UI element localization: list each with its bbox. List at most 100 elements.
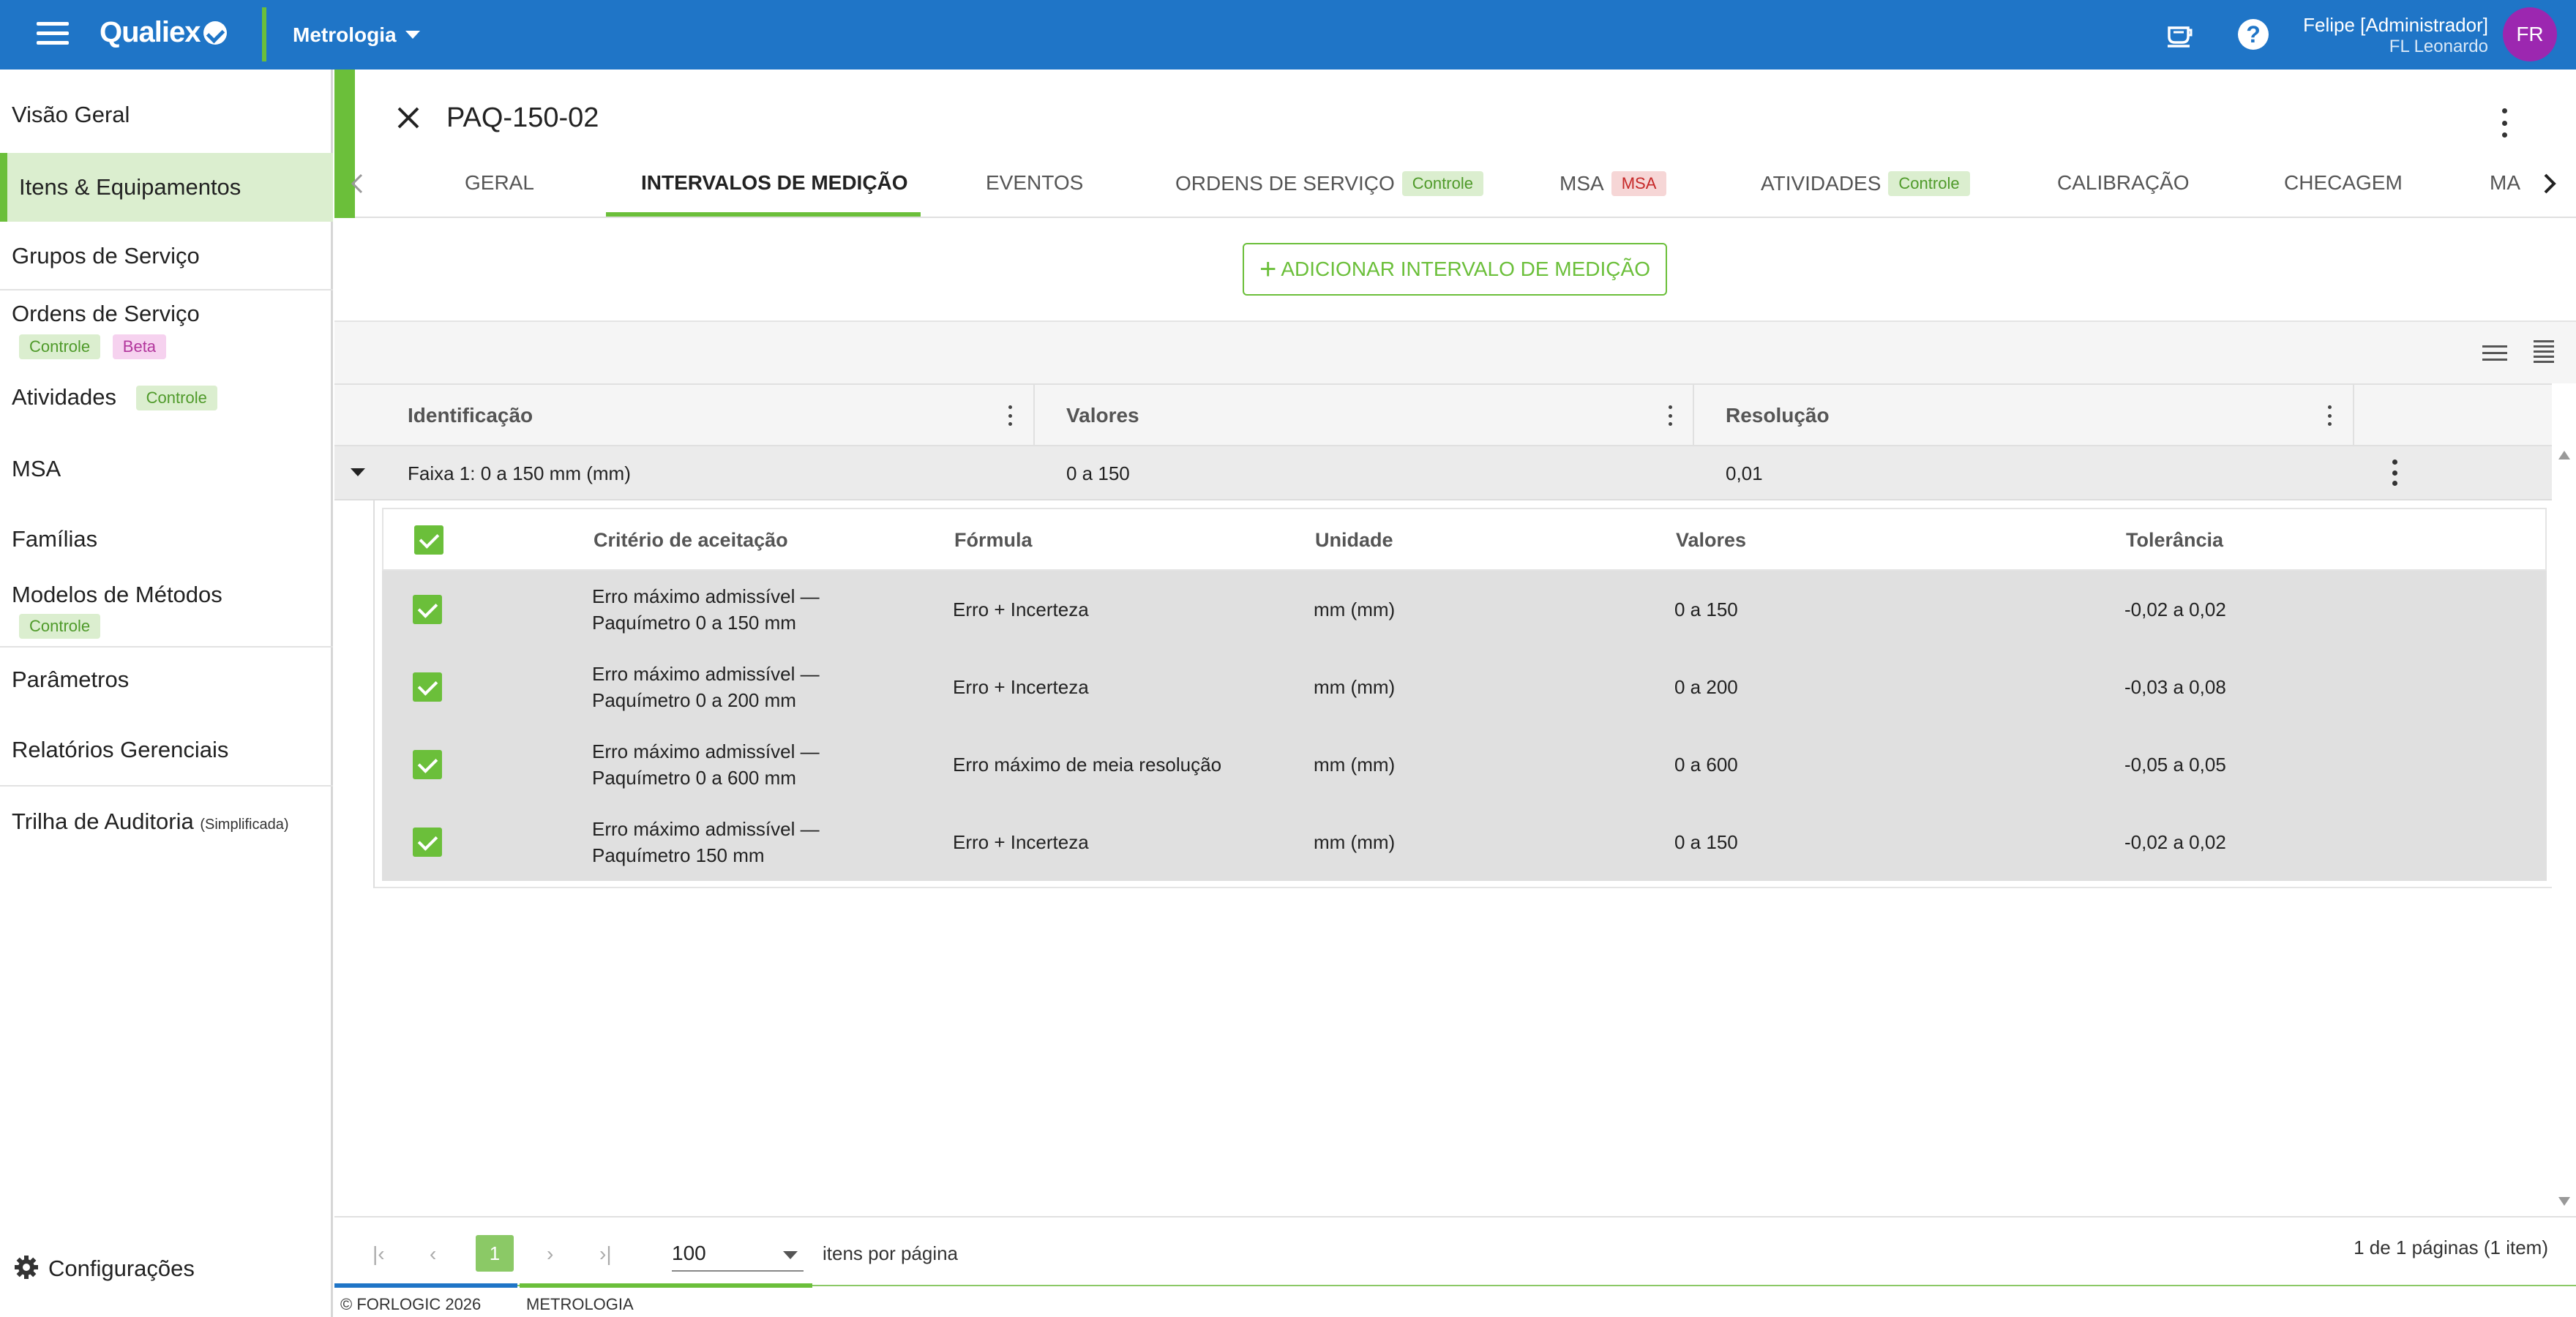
sidebar-item-relatorios-gerenciais[interactable]: Relatórios Gerenciais <box>0 737 333 763</box>
criterio-line: Paquímetro 0 a 600 mm <box>592 767 796 789</box>
sidebar-item-grupos-de-servico[interactable]: Grupos de Serviço <box>0 243 333 269</box>
checkbox-checked-icon[interactable] <box>413 828 442 857</box>
cell-criterio: Erro máximo admissível — Paquímetro 0 a 2… <box>592 648 820 726</box>
sidebar: Visão Geral Itens & Equipamentos Grupos … <box>0 70 333 1317</box>
cell-formula: Erro + Incerteza <box>953 831 1089 853</box>
list-view-icon[interactable] <box>2482 344 2507 363</box>
first-page-button[interactable]: |‹ <box>372 1242 385 1266</box>
app-logo[interactable]: Qualiex <box>100 16 227 49</box>
sidebar-item-label: Ordens de Serviço <box>12 301 200 326</box>
chevron-right-icon[interactable] <box>2541 173 2558 195</box>
tab-ordens-de-servico[interactable]: ORDENS DE SERVIÇO Controle <box>1175 171 1483 196</box>
add-interval-label: ADICIONAR INTERVALO DE MEDIÇÃO <box>1281 258 1650 280</box>
sidebar-item-configuracoes[interactable]: Configurações <box>12 1253 195 1282</box>
pager: |‹ ‹ › ›| <box>334 1217 2576 1283</box>
tab-label: MSA <box>1560 172 1604 195</box>
tab-intervalos-de-medicao[interactable]: INTERVALOS DE MEDIÇÃO <box>641 171 908 195</box>
sidebar-item-parametros[interactable]: Parâmetros <box>0 667 333 693</box>
logo-check-icon <box>203 21 227 45</box>
detail-column-unidade[interactable]: Unidade <box>1315 509 1393 571</box>
column-header-identificacao[interactable]: Identificação <box>334 385 1033 446</box>
column-menu-icon[interactable] <box>1006 405 1014 426</box>
badge-controle: Controle <box>19 334 101 359</box>
sidebar-item-label: Itens & Equipamentos <box>19 174 242 200</box>
scroll-down-arrow[interactable] <box>2558 1197 2570 1206</box>
sidebar-item-familias[interactable]: Famílias <box>0 526 333 552</box>
gear-icon <box>15 1256 38 1279</box>
expand-caret-icon[interactable] <box>351 468 365 476</box>
sidebar-item-visao-geral[interactable]: Visão Geral <box>0 102 333 128</box>
coffee-cup-icon[interactable] <box>2166 22 2194 48</box>
active-record-marker <box>334 70 355 218</box>
avatar[interactable]: FR <box>2503 7 2557 61</box>
sidebar-item-ordens-de-servico[interactable]: Ordens de Serviço Controle Beta <box>0 301 333 359</box>
grid-header: Identificação Valores Resolução <box>334 383 2552 446</box>
module-label: Metrologia <box>293 23 397 46</box>
table-row[interactable]: Erro máximo admissível — Paquímetro 0 a 1… <box>382 571 2547 648</box>
select-all-checkbox[interactable] <box>414 525 443 555</box>
plus-icon: + <box>1259 253 1277 285</box>
column-header-label: Valores <box>1066 404 1139 427</box>
sidebar-item-modelos-de-metodos[interactable]: Modelos de Métodos Controle <box>0 582 333 639</box>
tab-checagem[interactable]: CHECAGEM <box>2284 171 2403 195</box>
column-separator <box>2353 385 2354 446</box>
sidebar-item-itens-equipamentos[interactable]: Itens & Equipamentos <box>0 153 333 222</box>
table-row[interactable]: Erro máximo admissível — Paquímetro 0 a 6… <box>382 726 2547 803</box>
tab-msa[interactable]: MSA MSA <box>1560 171 1667 196</box>
column-header-label: Identificação <box>408 404 533 427</box>
column-header-resolucao[interactable]: Resolução <box>1693 385 2351 446</box>
more-vert-icon[interactable] <box>2496 108 2513 138</box>
footer-accent-blue <box>334 1283 517 1288</box>
sidebar-item-trilha-de-auditoria[interactable]: Trilha de Auditoria (Simplificada) <box>0 808 333 835</box>
detail-column-tolerancia[interactable]: Tolerância <box>2126 509 2223 571</box>
detail-header: Critério de aceitação Fórmula Unidade Va… <box>382 508 2547 571</box>
sidebar-item-msa[interactable]: MSA <box>0 456 333 482</box>
close-icon[interactable] <box>393 102 424 133</box>
tab-ma[interactable]: MA <box>2490 171 2520 195</box>
table-row[interactable]: Faixa 1: 0 a 150 mm (mm) 0 a 150 0,01 <box>334 446 2552 500</box>
current-page-button[interactable]: 1 <box>476 1235 514 1272</box>
sidebar-item-suffix: (Simplificada) <box>200 817 289 833</box>
row-menu-icon[interactable] <box>2391 459 2398 486</box>
next-page-button[interactable]: › <box>547 1242 553 1266</box>
detail-column-criterio[interactable]: Critério de aceitação <box>594 509 788 571</box>
checkbox-checked-icon[interactable] <box>413 595 442 624</box>
tab-eventos[interactable]: EVENTOS <box>986 171 1083 195</box>
cell-formula: Erro + Incerteza <box>953 599 1089 620</box>
column-menu-icon[interactable] <box>2326 405 2333 426</box>
checkbox-checked-icon[interactable] <box>413 750 442 779</box>
chevron-left-icon[interactable] <box>348 173 366 195</box>
footer-module: METROLOGIA <box>526 1295 634 1313</box>
tab-atividades[interactable]: ATIVIDADES Controle <box>1761 171 1970 196</box>
add-interval-button[interactable]: + ADICIONAR INTERVALO DE MEDIÇÃO <box>1243 243 1667 296</box>
tab-geral[interactable]: GERAL <box>465 171 534 195</box>
page-title: PAQ-150-02 <box>446 102 599 133</box>
detail-column-valores[interactable]: Valores <box>1676 509 1746 571</box>
column-menu-icon[interactable] <box>1666 405 1674 426</box>
tab-calibracao[interactable]: CALIBRAÇÃO <box>2057 171 2190 195</box>
last-page-button[interactable]: ›| <box>599 1242 612 1266</box>
user-org: FL Leonardo <box>2389 37 2488 56</box>
table-row[interactable]: Erro máximo admissível — Paquímetro 0 a 2… <box>382 648 2547 726</box>
detail-column-formula[interactable]: Fórmula <box>954 509 1033 571</box>
user-info[interactable]: Felipe [Administrador] FL Leonardo <box>2303 13 2488 57</box>
menu-icon[interactable] <box>37 22 69 48</box>
cell-identificacao: Faixa 1: 0 a 150 mm (mm) <box>408 462 631 484</box>
config-label: Configurações <box>48 1256 195 1281</box>
cell-criterio: Erro máximo admissível — Paquímetro 150 m… <box>592 803 820 881</box>
table-row[interactable]: Erro máximo admissível — Paquímetro 150 m… <box>382 803 2547 881</box>
column-header-valores[interactable]: Valores <box>1033 385 1692 446</box>
sidebar-item-atividades[interactable]: Atividades Controle <box>0 384 333 410</box>
tab-label: CALIBRAÇÃO <box>2057 171 2190 194</box>
module-selector[interactable]: Metrologia <box>293 23 420 47</box>
help-icon[interactable]: ? <box>2238 19 2269 50</box>
prev-page-button[interactable]: ‹ <box>430 1242 436 1266</box>
sidebar-item-label: MSA <box>12 456 61 481</box>
scroll-up-arrow[interactable] <box>2558 451 2570 459</box>
compact-view-icon[interactable] <box>2534 339 2554 366</box>
checkbox-checked-icon[interactable] <box>413 672 442 702</box>
page-size-select[interactable]: 100 <box>672 1237 804 1272</box>
cell-valores: 0 a 150 <box>1674 831 1738 853</box>
tab-label: EVENTOS <box>986 171 1084 194</box>
badge-controle: Controle <box>135 386 217 410</box>
